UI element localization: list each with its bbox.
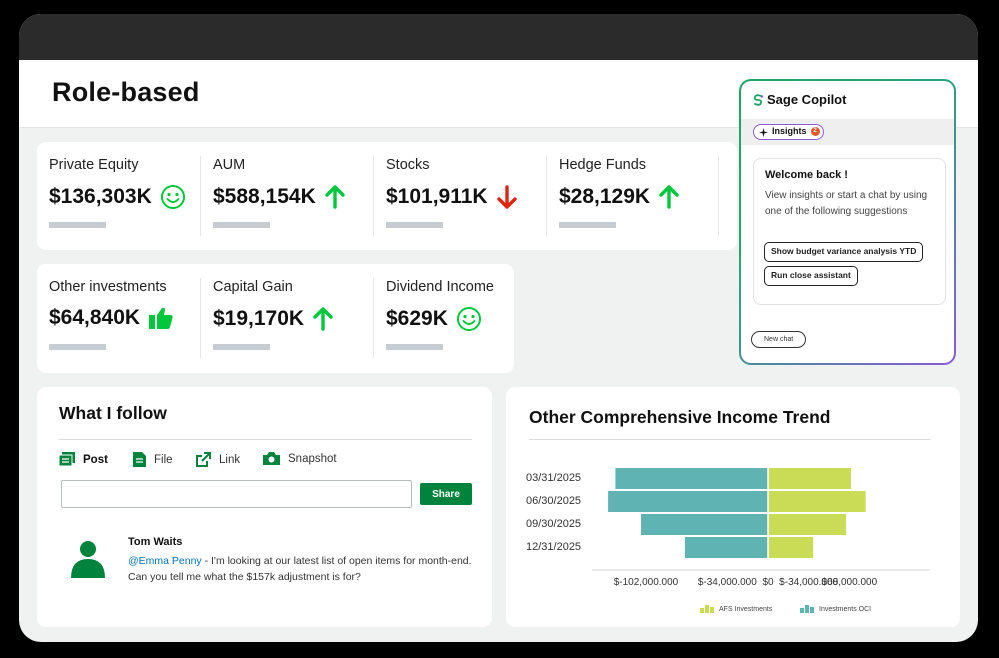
kpi-value: $19,170K [213,307,305,330]
copilot-title: Sage Copilot [767,92,847,107]
copilot-tab-strip: Insights 2 [741,119,954,145]
legend-afs[interactable]: AFS Investments [700,605,772,613]
page-title: Role-based [52,77,200,107]
welcome-title: Welcome back ! [765,169,848,181]
post-icon [59,452,75,467]
legend-bars-icon [700,605,714,613]
arrow-down-icon [496,185,517,209]
kpi-placeholder-bar [213,222,270,228]
kpi-label: Dividend Income [386,279,494,295]
share-button[interactable]: Share [420,483,472,505]
camera-icon [263,452,280,465]
file-icon [133,452,146,467]
kpi-private-equity[interactable]: Private Equity $136,303K [37,142,200,250]
divider [59,439,472,440]
kpi-placeholder-bar [386,222,443,228]
post-input[interactable] [61,480,412,508]
tab-file[interactable]: File [133,452,173,467]
kpi-label: Other investments [49,279,167,295]
kpi-aum[interactable]: AUM $588,154K [200,156,373,236]
welcome-text: View insights or start a chat by using o… [765,190,928,217]
kpi-label: Capital Gain [213,279,293,295]
kpi-placeholder-bar [49,222,106,228]
legend-bars-icon [800,605,814,613]
oci-chart [592,468,930,571]
smiley-icon [456,307,481,331]
what-i-follow-title: What I follow [59,403,167,423]
post-message: @Emma Penny - I'm looking at our latest … [128,553,483,585]
new-chat-button[interactable]: New chat [751,331,807,348]
thumbs-up-icon [149,307,173,329]
bar-afs-0[interactable] [768,468,851,489]
legend-oci[interactable]: Investments OCI [800,605,871,613]
bar-afs-2[interactable] [768,514,847,535]
legend-label: Investments OCI [819,605,872,613]
kpi-placeholder-bar [386,344,443,350]
bar-oci-1[interactable] [608,491,768,512]
insights-label: Insights [772,126,807,136]
tab-label: Link [219,453,241,466]
kpi-stocks[interactable]: Stocks $101,911K [373,156,546,236]
kpi-other-investments[interactable]: Other investments $64,840K [37,264,200,373]
kpi-hedge-funds[interactable]: Hedge Funds $28,129K [546,156,719,236]
bar-afs-1[interactable] [768,491,866,512]
welcome-box: Welcome back ! View insights or start a … [753,158,946,305]
tab-label: File [154,453,173,466]
suggestion-budget-variance[interactable]: Show budget variance analysis YTD [764,242,924,262]
tab-link[interactable]: Link [196,452,240,467]
bar-oci-2[interactable] [641,514,768,535]
post-author[interactable]: Tom Waits [128,536,182,548]
x-tick-label: $-102,000.000 [613,577,679,588]
sage-copilot-panel: Sage Copilot Insights 2 Welcome back ! V… [739,79,956,365]
smiley-icon [160,185,185,209]
kpi-label: AUM [213,157,246,173]
arrow-up-icon [313,307,333,331]
kpi-value: $136,303K [49,185,152,208]
kpi-card-row1: Private Equity $136,303K AUM $588,154K S… [37,142,737,250]
kpi-placeholder-bar [49,344,106,350]
bar-oci-0[interactable] [615,468,768,489]
sparkle-icon [759,127,768,137]
kpi-value: $64,840K [49,306,141,329]
kpi-placeholder-bar [213,344,270,350]
bar-oci-3[interactable] [685,537,768,558]
tab-post[interactable]: Post [59,452,108,467]
kpi-dividend-income[interactable]: Dividend Income $629K [373,278,514,358]
x-tick-label: $68,000.000 [821,577,878,588]
app-window: Role-based Private Equity $136,303K AUM … [19,14,978,642]
arrow-up-icon [325,185,345,209]
x-tick-label: $0 [762,577,774,588]
mention-link[interactable]: @Emma Penny [128,555,202,567]
kpi-value: $101,911K [386,185,488,208]
insights-tab[interactable]: Insights 2 [753,124,824,140]
legend-label: AFS Investments [719,605,773,613]
kpi-value: $629K [386,307,448,330]
x-tick-label: $-34,000.000 [697,577,757,588]
kpi-label: Stocks [386,157,430,173]
tab-label: Post [83,453,108,466]
tab-snapshot[interactable]: Snapshot [263,452,337,465]
what-i-follow-card: What I follow Post File Link Snapshot Sh… [37,387,492,627]
external-link-icon [196,452,211,467]
top-bar [19,14,978,60]
avatar-icon [71,541,105,578]
tab-label: Snapshot [288,452,337,465]
kpi-card-row2: Other investments $64,840K Capital Gain … [37,264,514,373]
kpi-label: Hedge Funds [559,157,647,173]
arrow-up-icon [659,185,679,209]
kpi-value: $28,129K [559,185,651,208]
kpi-value: $588,154K [213,185,316,208]
kpi-capital-gain[interactable]: Capital Gain $19,170K [200,278,373,358]
kpi-placeholder-bar [559,222,616,228]
oci-chart-card: Other Comprehensive Income Trend 03/31/2… [506,387,960,627]
bar-afs-3[interactable] [768,537,814,558]
kpi-label: Private Equity [49,157,139,173]
suggestion-run-close[interactable]: Run close assistant [764,266,858,286]
sage-copilot-logo-icon [753,94,764,106]
insights-count-badge: 2 [810,127,820,136]
